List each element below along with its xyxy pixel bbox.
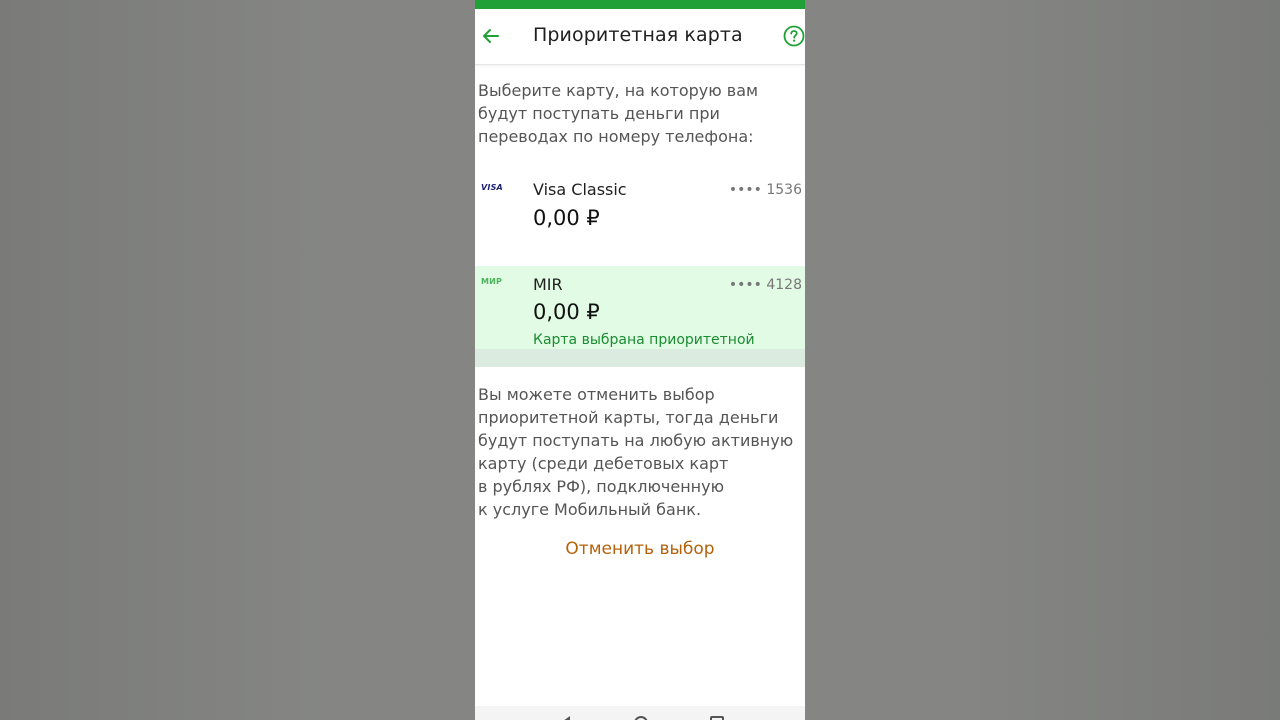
card-number: •••• 1536 [728,182,802,198]
intro-text: Выберите карту, на которую вам будут пос… [478,81,759,146]
card-name: MIR [533,275,563,294]
card-number: •••• 4128 [728,277,802,293]
back-button[interactable] [477,22,505,50]
section-divider [475,349,805,367]
visa-logo-icon: VISA [481,183,503,192]
system-nav-bar [475,706,805,720]
card-name: Visa Classic [533,180,627,199]
card-item-visa-classic[interactable]: VISA Visa Classic •••• 1536 0,00 ₽ [475,166,805,264]
help-button[interactable] [782,24,805,48]
card-balance: 0,00 ₽ [533,300,600,324]
nav-back-icon[interactable] [560,715,574,720]
page-title: Приоритетная карта [533,24,743,46]
cancel-selection-button[interactable]: Отменить выбор [475,539,805,559]
nav-home-icon[interactable] [633,715,648,720]
status-bar [475,0,805,9]
card-item-mir[interactable]: МИР MIR •••• 4128 0,00 ₽ Карта выбрана п… [475,266,805,349]
arrow-left-icon [483,29,499,43]
cancel-note-text: Вы можете отменить выбор приоритетной ка… [478,385,794,519]
card-balance: 0,00 ₽ [533,206,600,230]
phone-screen: Приоритетная карта Выберите карту, на ко… [475,0,805,720]
mir-logo-icon: МИР [481,277,503,286]
nav-recent-apps-icon[interactable] [709,715,724,720]
question-circle-icon [783,25,805,47]
card-priority-status: Карта выбрана приоритетной [533,332,755,348]
app-header: Приоритетная карта [475,9,805,65]
